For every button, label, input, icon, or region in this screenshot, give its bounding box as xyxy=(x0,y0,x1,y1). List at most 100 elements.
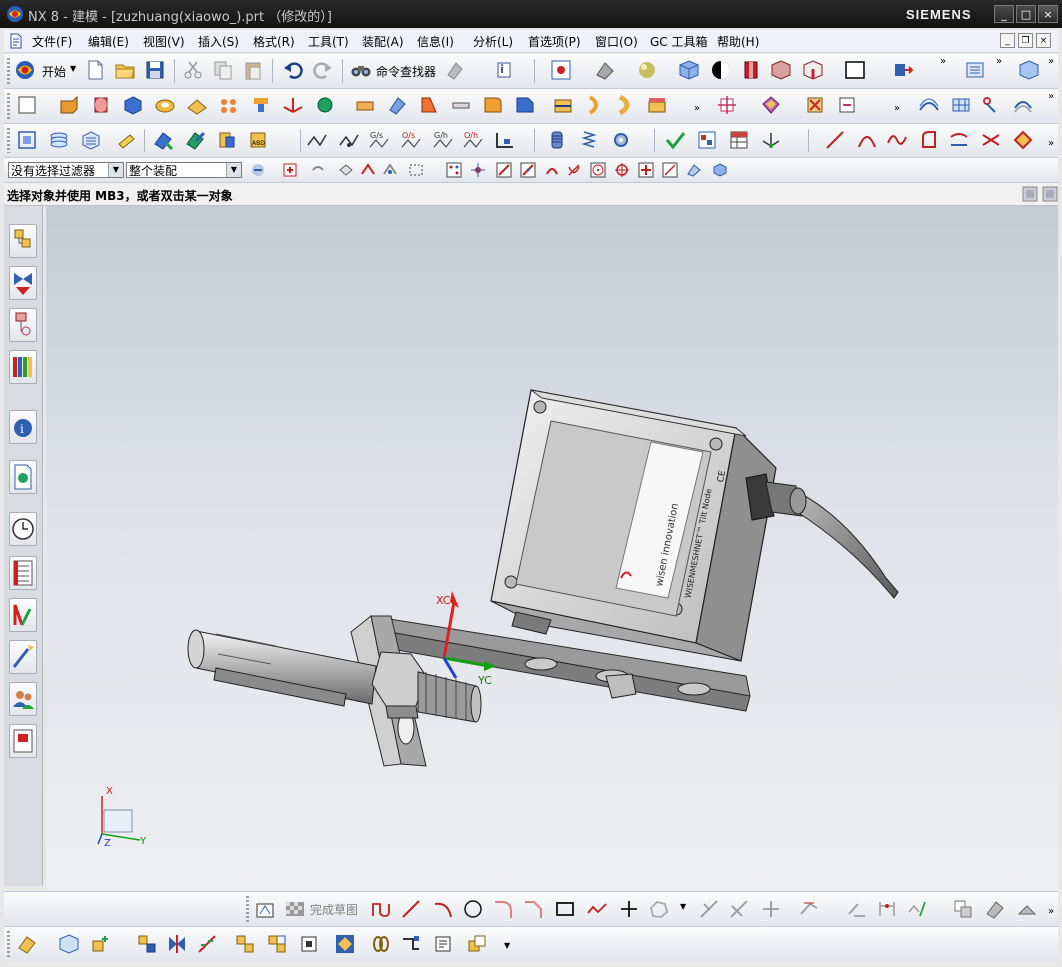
assembly-check-icon[interactable] xyxy=(334,933,356,955)
component-array-icon[interactable] xyxy=(136,933,158,955)
isometric-view-icon[interactable] xyxy=(678,59,700,81)
new-file-icon[interactable] xyxy=(84,59,106,81)
block-icon[interactable] xyxy=(122,94,144,116)
replace-face-icon[interactable] xyxy=(760,94,782,116)
sew-icon[interactable] xyxy=(354,94,376,116)
sketch-spline-icon[interactable] xyxy=(586,898,608,920)
arc-icon[interactable] xyxy=(856,129,878,151)
sequence-icon[interactable] xyxy=(298,933,320,955)
menu-assemblies[interactable]: 装配(A) xyxy=(362,33,404,50)
redo-icon[interactable] xyxy=(312,59,334,81)
draft-icon[interactable] xyxy=(418,94,440,116)
offset-curve-icon[interactable] xyxy=(918,129,940,151)
hole-icon[interactable] xyxy=(154,94,176,116)
sensor-enclosure[interactable]: wisen innovation WISENMESHNET™ Tilt Node… xyxy=(490,389,777,662)
shading-ball-icon[interactable] xyxy=(636,59,658,81)
toolbar-overflow-chevron[interactable]: » xyxy=(1048,138,1054,149)
os-tolerance-icon[interactable]: O/s xyxy=(400,129,422,151)
menu-information[interactable]: 信息(I) xyxy=(417,33,454,50)
menu-preferences[interactable]: 首选项(P) xyxy=(528,33,581,50)
cut-icon[interactable] xyxy=(182,59,204,81)
make-corner-icon[interactable] xyxy=(760,898,782,920)
menu-tools[interactable]: 工具(T) xyxy=(308,33,349,50)
move-component-icon[interactable] xyxy=(184,129,206,151)
layers-stack-icon[interactable] xyxy=(48,129,70,151)
quadrant-point-icon[interactable] xyxy=(614,162,630,178)
background-color-icon[interactable] xyxy=(844,59,866,81)
reuse-library-tab[interactable] xyxy=(9,350,37,384)
thread-icon[interactable] xyxy=(546,129,568,151)
status-layout-icon[interactable] xyxy=(1042,186,1058,202)
add-component-icon[interactable] xyxy=(152,129,174,151)
sketch-settings-icon[interactable] xyxy=(952,898,974,920)
quick-trim-icon[interactable] xyxy=(698,898,720,920)
menu-edit[interactable]: 编辑(E) xyxy=(88,33,129,50)
spring-icon[interactable] xyxy=(578,129,600,151)
split-body-icon[interactable] xyxy=(584,94,606,116)
mid-point-icon[interactable] xyxy=(520,162,536,178)
offset-face-icon[interactable] xyxy=(386,94,408,116)
toolbar-overflow-chevron[interactable]: » xyxy=(894,103,900,114)
open-folder-icon[interactable] xyxy=(114,59,136,81)
status-layout-icon[interactable] xyxy=(1022,186,1038,202)
gs-tolerance-icon[interactable]: G/s xyxy=(368,129,390,151)
extrude-icon[interactable] xyxy=(58,94,80,116)
select-in-assembly-icon[interactable] xyxy=(382,162,398,178)
revolve-icon[interactable] xyxy=(90,94,112,116)
shell-icon[interactable] xyxy=(450,94,472,116)
nx-start-icon[interactable] xyxy=(14,59,36,81)
synchronous-icon[interactable] xyxy=(836,94,858,116)
through-curves-icon[interactable] xyxy=(918,94,940,116)
system-materials-tab[interactable] xyxy=(9,556,37,590)
end-point-icon[interactable] xyxy=(496,162,512,178)
start-dropdown-arrow[interactable]: ▼ xyxy=(70,64,76,73)
select-body-icon[interactable] xyxy=(338,162,354,178)
reattach-sketch-icon[interactable] xyxy=(1016,898,1038,920)
chevron-down-icon[interactable]: ▼ xyxy=(680,902,686,911)
fit-view-icon[interactable] xyxy=(550,59,572,81)
extract-curve-icon[interactable] xyxy=(1012,129,1034,151)
profile-icon[interactable] xyxy=(370,898,392,920)
hd3d-tools-tab[interactable]: i xyxy=(9,410,37,444)
menu-format[interactable]: 格式(R) xyxy=(253,33,295,50)
replace-component-icon[interactable] xyxy=(266,933,288,955)
doc-restore-button[interactable]: ❐ xyxy=(1018,33,1033,48)
menu-gc-toolkits[interactable]: GC 工具箱 xyxy=(650,33,708,50)
doc-minimize-button[interactable]: _ xyxy=(1000,33,1015,48)
trim-body-icon[interactable] xyxy=(552,94,574,116)
select-feature-icon[interactable] xyxy=(310,162,326,178)
start-button-label[interactable]: 开始 xyxy=(42,63,66,80)
reposition-component-icon[interactable] xyxy=(234,933,256,955)
menu-insert[interactable]: 插入(S) xyxy=(198,33,239,50)
oh-tolerance-icon[interactable]: O/h xyxy=(462,129,484,151)
line-icon[interactable] xyxy=(824,129,846,151)
sketch-icon[interactable] xyxy=(16,94,38,116)
surface-finish-icon[interactable] xyxy=(306,129,328,151)
studio-surface-icon[interactable] xyxy=(980,94,1002,116)
shaded-with-edges-icon[interactable] xyxy=(710,59,732,81)
check-geometry-icon[interactable] xyxy=(664,129,686,151)
menu-help[interactable]: 帮助(H) xyxy=(717,33,759,50)
work-layer-icon[interactable] xyxy=(1018,59,1040,81)
snap-points-icon[interactable] xyxy=(470,162,486,178)
constraint-navigator-tab[interactable] xyxy=(9,266,37,300)
web-browser-tab[interactable] xyxy=(9,460,37,494)
menu-file[interactable]: 文件(F) xyxy=(32,33,72,50)
touch-mode-icon[interactable] xyxy=(444,59,466,81)
quick-extend-icon[interactable] xyxy=(728,898,750,920)
layer-settings-icon[interactable] xyxy=(964,59,986,81)
through-curve-mesh-icon[interactable] xyxy=(950,94,972,116)
rectangle-icon[interactable] xyxy=(554,898,576,920)
wcs-dynamics-icon[interactable] xyxy=(760,129,782,151)
pattern-feature-icon[interactable] xyxy=(218,94,240,116)
roles-tab[interactable] xyxy=(9,682,37,716)
wave-geometry-icon[interactable] xyxy=(58,933,80,955)
boss-icon[interactable] xyxy=(186,94,208,116)
antenna-cable[interactable] xyxy=(745,473,899,599)
general-selection-icon[interactable] xyxy=(282,162,298,178)
weld-joint-icon[interactable] xyxy=(494,129,516,151)
emboss-icon[interactable] xyxy=(616,94,638,116)
dimension-icon[interactable] xyxy=(876,898,898,920)
toolbar-overflow-chevron[interactable]: » xyxy=(694,103,700,114)
finish-sketch-flag-icon[interactable] xyxy=(284,898,306,920)
